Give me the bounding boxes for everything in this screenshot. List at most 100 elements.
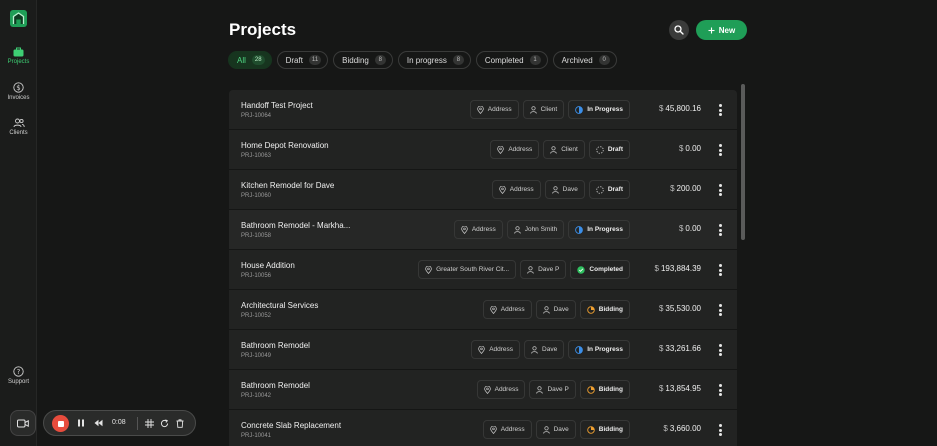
address-chip[interactable]: Address [491,180,541,199]
project-row[interactable]: Handoff Test Project PRJ-10064 Address Clie… [229,90,737,130]
project-row[interactable]: Architectural Services PRJ-10052 Address Da… [229,290,737,330]
address-chip[interactable]: Greater South River Cit... [418,260,517,279]
bidding-icon [587,425,595,434]
address-label: Address [489,346,514,353]
client-chip[interactable]: Dave [535,300,576,319]
project-code: PRJ-10041 [241,433,272,439]
rewind-button[interactable] [92,417,104,429]
more-options-icon[interactable] [717,143,723,157]
house-logo-icon[interactable] [10,10,27,27]
stop-recording-button[interactable] [52,415,69,432]
status-badge[interactable]: In Progress [568,100,630,119]
client-label: John Smith [524,226,558,233]
project-chips: Address Dave Bidding [482,300,630,319]
search-button[interactable] [669,20,689,40]
status-label: Completed [589,266,623,273]
grid-button[interactable] [143,417,155,429]
location-pin-icon [425,265,432,274]
project-code: PRJ-10042 [241,393,272,399]
camera-toggle-button[interactable] [10,410,36,436]
sidebar-item-label: Projects [7,59,30,65]
restart-button[interactable] [158,417,170,429]
project-chips: Address Client In Progress [469,100,630,119]
client-chip[interactable]: Dave P [520,260,567,279]
filter-tab-draft[interactable]: Draft 11 [276,51,329,69]
address-chip[interactable]: Address [453,220,503,239]
project-amount: $0.00 [679,224,701,233]
client-chip[interactable]: John Smith [506,220,565,239]
in-progress-icon [575,225,584,234]
project-chips: Address John Smith In Progress [453,220,630,239]
project-row[interactable]: Kitchen Remodel for Dave PRJ-10060 Address… [229,170,737,210]
client-chip[interactable]: Dave [535,420,576,439]
status-badge[interactable]: In Progress [568,340,630,359]
filter-tab-all[interactable]: All 28 [228,51,272,69]
delete-recording-button[interactable] [174,417,186,429]
status-badge[interactable]: Completed [570,260,630,279]
filter-tab-bidding[interactable]: Bidding 8 [333,51,393,69]
amount-value: 3,660.00 [669,424,701,433]
address-label: Address [500,306,525,313]
project-row[interactable]: Bathroom Remodel PRJ-10049 Address Dave In P… [229,330,737,370]
project-row[interactable]: Bathroom Remodel - Markha... PRJ-10058 Add… [229,210,737,250]
project-code: PRJ-10064 [241,113,272,119]
client-label: Dave P [538,266,560,273]
sidebar-item-label: Clients [9,130,28,136]
more-options-icon[interactable] [717,183,723,197]
more-options-icon[interactable] [717,383,723,397]
sidebar-item-label: Support [7,379,29,385]
status-badge[interactable]: Draft [588,180,630,199]
status-badge[interactable]: Bidding [579,380,630,399]
project-list: Handoff Test Project PRJ-10064 Address Clie… [229,90,737,446]
address-chip[interactable]: Address [476,380,526,399]
client-chip[interactable]: Dave [524,340,565,359]
project-row[interactable]: House Addition PRJ-10056 Greater South Riv… [229,250,737,290]
user-icon [542,305,550,314]
sidebar-item-clients[interactable]: Clients [0,118,37,136]
client-chip[interactable]: Dave [544,180,585,199]
status-badge[interactable]: Bidding [579,300,630,319]
user-icon [529,105,537,114]
client-chip[interactable]: Client [522,100,565,119]
amount-value: 0.00 [685,224,701,233]
project-amount: $33,261.66 [659,344,701,353]
more-options-icon[interactable] [717,223,723,237]
more-options-icon[interactable] [717,343,723,357]
pause-button[interactable] [75,417,87,429]
filter-tab-count: 11 [308,55,322,65]
client-chip[interactable]: Dave P [529,380,576,399]
address-chip[interactable]: Address [471,340,521,359]
client-label: Dave [542,346,558,353]
client-chip[interactable]: Client [543,140,585,159]
address-chip[interactable]: Address [490,140,540,159]
bidding-icon [587,305,595,314]
project-row[interactable]: Home Depot Renovation PRJ-10063 Address Cli… [229,130,737,170]
sidebar-item-invoices[interactable]: $ Invoices [0,82,37,101]
filter-tab-archived[interactable]: Archived 0 [552,51,617,69]
more-options-icon[interactable] [717,103,723,117]
status-label: In Progress [587,346,623,353]
address-chip[interactable]: Address [482,300,532,319]
draft-icon [596,185,604,194]
more-options-icon[interactable] [717,423,723,437]
project-code: PRJ-10049 [241,353,272,359]
address-chip[interactable]: Address [469,100,519,119]
status-badge[interactable]: Draft [588,140,630,159]
filter-tab-count: 0 [598,55,610,65]
sidebar-item-support[interactable]: ? Support [0,366,37,385]
more-options-icon[interactable] [717,263,723,277]
sidebar-item-projects[interactable]: Projects [0,47,37,65]
more-options-icon[interactable] [717,303,723,317]
list-scrollbar[interactable] [741,84,745,240]
address-chip[interactable]: Address [482,420,532,439]
filter-tab-completed[interactable]: Completed 1 [475,51,548,69]
project-row[interactable]: Concrete Slab Replacement PRJ-10041 Addres… [229,410,737,446]
filter-tab-in-progress[interactable]: In progress 8 [397,51,471,69]
amount-value: 0.00 [685,144,701,153]
status-badge[interactable]: Bidding [579,420,630,439]
status-badge[interactable]: In Progress [568,220,630,239]
project-row[interactable]: Bathroom Remodel PRJ-10042 Address Dave P Bi… [229,370,737,410]
new-project-button[interactable]: New [696,20,747,40]
app-root: Projects $ Invoices Clients ? Support Pr… [0,0,937,446]
currency-symbol: $ [663,424,668,433]
